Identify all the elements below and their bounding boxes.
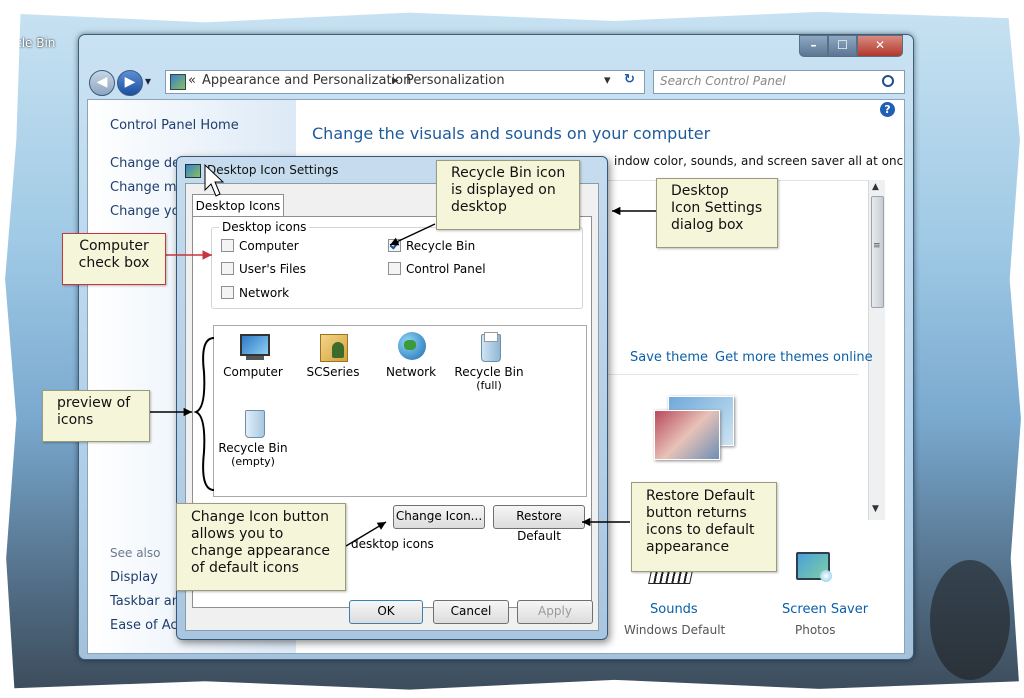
callout-computer-line1: Computer — [79, 238, 149, 254]
callout-dialog-line1: Desktop — [671, 183, 729, 199]
callout-restore-line4: appearance — [646, 539, 730, 555]
callout-preview-line2: icons — [57, 412, 94, 428]
callout-computer-line2: check box — [78, 255, 150, 271]
change-icon-callout-arrow — [345, 521, 387, 547]
recycle-callout-arrow — [389, 223, 436, 246]
callout-recycle-line1: Recycle Bin icon — [451, 165, 566, 181]
callout-change-line1: Change Icon button — [191, 509, 329, 525]
callout-computer-check-box: Computer check box — [62, 233, 166, 285]
callout-dialog-line2: Icon Settings — [671, 200, 763, 216]
callout-recycle-line2: is displayed on — [451, 182, 556, 198]
callout-recycle-line3: desktop — [451, 199, 507, 215]
callout-recycle-bin: Recycle Bin icon is displayed on desktop — [436, 160, 580, 230]
desktop-background: ycle Bin – ☐ ✕ ◀ ▶ ▾ « Appearance and Pe… — [5, 11, 1021, 690]
callout-restore-line2: button returns — [646, 505, 747, 521]
callout-change-line4: of default icons — [191, 560, 299, 576]
callout-dialog-line3: dialog box — [671, 217, 744, 233]
callout-change-icon: Change Icon button allows you to change … — [176, 503, 346, 591]
callout-restore-line3: icons to default — [646, 522, 755, 538]
callout-restore-default: Restore Default button returns icons to … — [631, 482, 777, 572]
callout-change-line2: allows you to — [191, 526, 284, 542]
callout-preview-line1: preview of — [57, 395, 131, 411]
mouse-pointer-icon — [204, 163, 225, 197]
preview-brace — [193, 337, 215, 491]
callout-preview-of-icons: preview of icons — [42, 390, 150, 442]
callout-dialog-box: Desktop Icon Settings dialog box — [656, 178, 778, 248]
annotation-arrows — [150, 163, 656, 547]
callout-change-line3: change appearance — [191, 543, 331, 559]
callout-restore-line1: Restore Default — [646, 488, 755, 504]
